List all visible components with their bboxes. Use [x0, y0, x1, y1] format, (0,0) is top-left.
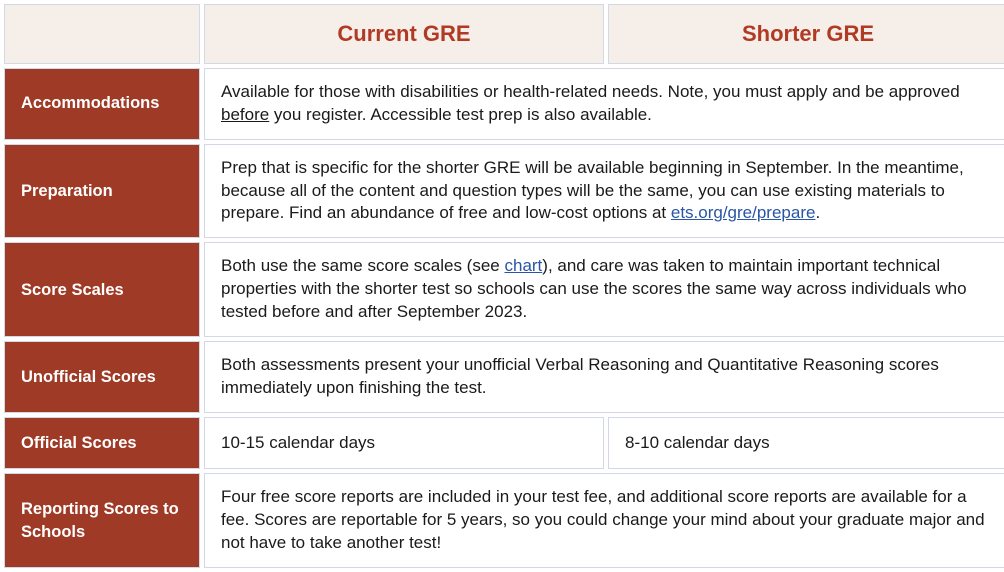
- row-reporting: Reporting Scores to Schools Four free sc…: [4, 473, 1004, 568]
- row-label: Reporting Scores to Schools: [4, 473, 200, 568]
- row-label: Preparation: [4, 144, 200, 239]
- row-cell: Available for those with disabilities or…: [204, 68, 1004, 140]
- comparison-table: Current GRE Shorter GRE Accommodations A…: [0, 0, 1004, 572]
- underlined-word: before: [221, 105, 269, 124]
- row-cell: Both use the same score scales (see char…: [204, 242, 1004, 337]
- header-blank: [4, 4, 200, 64]
- header-shorter-gre: Shorter GRE: [608, 4, 1004, 64]
- header-row: Current GRE Shorter GRE: [4, 4, 1004, 64]
- row-accommodations: Accommodations Available for those with …: [4, 68, 1004, 140]
- header-current-gre: Current GRE: [204, 4, 604, 64]
- row-cell: Both assessments present your unofficial…: [204, 341, 1004, 413]
- row-official-scores: Official Scores 10-15 calendar days 8-10…: [4, 417, 1004, 469]
- text-segment: Prep that is specific for the shorter GR…: [221, 158, 964, 223]
- row-label: Accommodations: [4, 68, 200, 140]
- row-cell: Prep that is specific for the shorter GR…: [204, 144, 1004, 239]
- prepare-link[interactable]: ets.org/gre/prepare: [671, 203, 816, 222]
- cell-shorter: 8-10 calendar days: [608, 417, 1004, 469]
- row-cell: Four free score reports are included in …: [204, 473, 1004, 568]
- row-preparation: Preparation Prep that is specific for th…: [4, 144, 1004, 239]
- text-segment: Available for those with disabilities or…: [221, 82, 960, 101]
- cell-current: 10-15 calendar days: [204, 417, 604, 469]
- row-unofficial-scores: Unofficial Scores Both assessments prese…: [4, 341, 1004, 413]
- text-segment: Both use the same score scales (see: [221, 256, 504, 275]
- row-label: Score Scales: [4, 242, 200, 337]
- row-score-scales: Score Scales Both use the same score sca…: [4, 242, 1004, 337]
- chart-link[interactable]: chart: [504, 256, 542, 275]
- row-label: Official Scores: [4, 417, 200, 469]
- text-segment: .: [815, 203, 820, 222]
- row-label: Unofficial Scores: [4, 341, 200, 413]
- text-segment: you register. Accessible test prep is al…: [269, 105, 652, 124]
